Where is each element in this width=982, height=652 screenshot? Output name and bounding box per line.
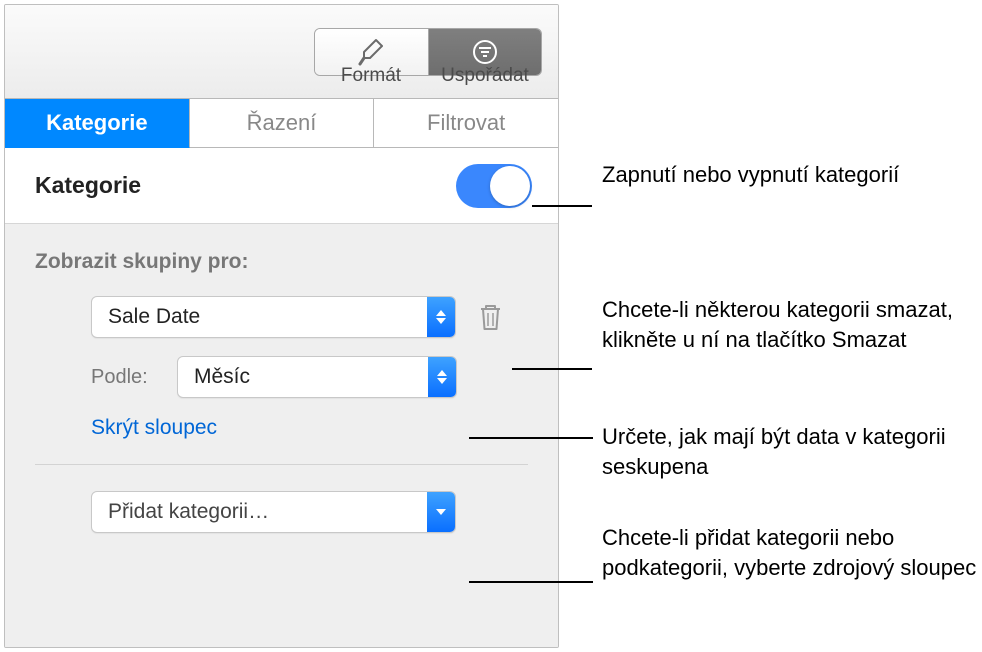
inspector-panel: Formát Uspořádat Kategorie Řazení Filtro… <box>4 4 559 648</box>
tab-sort[interactable]: Řazení <box>190 99 375 148</box>
source-column-popup[interactable]: Sale Date <box>91 296 456 338</box>
tab-categories[interactable]: Kategorie <box>5 99 190 148</box>
groups-label: Zobrazit skupiny pro: <box>35 250 528 274</box>
toggle-knob <box>490 166 530 206</box>
field-row: Sale Date <box>35 296 528 338</box>
trash-icon <box>478 302 503 332</box>
hide-column-link[interactable]: Skrýt sloupec <box>35 416 528 440</box>
by-row: Podle: Měsíc <box>35 356 528 398</box>
toolbar-labels: Formát Uspořádat <box>314 65 542 87</box>
organize-icon <box>470 37 500 67</box>
callout-grouping: Určete, jak mají být data v kategorii se… <box>602 422 982 481</box>
callout-add: Chcete-li přidat kategorii nebo podkateg… <box>602 523 982 582</box>
format-label: Formát <box>314 65 428 87</box>
callout-toggle: Zapnutí nebo vypnutí kategorií <box>602 160 932 190</box>
window-toolbar: Formát Uspořádat <box>5 5 558 99</box>
by-label: Podle: <box>91 366 161 389</box>
callouts: Zapnutí nebo vypnutí kategorií Chcete-li… <box>560 0 980 652</box>
group-by-value: Měsíc <box>178 365 250 389</box>
group-by-popup[interactable]: Měsíc <box>177 356 457 398</box>
section-title: Kategorie <box>35 172 141 199</box>
section-header: Kategorie <box>5 148 558 224</box>
chevron-down-icon <box>427 492 455 532</box>
tab-filter[interactable]: Filtrovat <box>374 99 558 148</box>
stepper-arrows-icon <box>427 297 455 337</box>
add-category-popup[interactable]: Přidat kategorii… <box>91 491 456 533</box>
paintbrush-icon <box>357 37 387 67</box>
source-column-value: Sale Date <box>92 305 200 329</box>
stepper-arrows-icon <box>428 357 456 397</box>
tab-bar: Kategorie Řazení Filtrovat <box>5 99 558 148</box>
categories-toggle[interactable] <box>456 164 532 208</box>
organize-label: Uspořádat <box>428 65 542 87</box>
panel-body: Zobrazit skupiny pro: Sale Date Podle: <box>5 224 558 647</box>
callout-delete: Chcete-li některou kategorii smazat, kli… <box>602 295 982 354</box>
add-row: Přidat kategorii… <box>35 491 528 533</box>
delete-category-button[interactable] <box>474 297 506 337</box>
add-category-label: Přidat kategorii… <box>92 500 269 524</box>
divider <box>35 464 528 465</box>
